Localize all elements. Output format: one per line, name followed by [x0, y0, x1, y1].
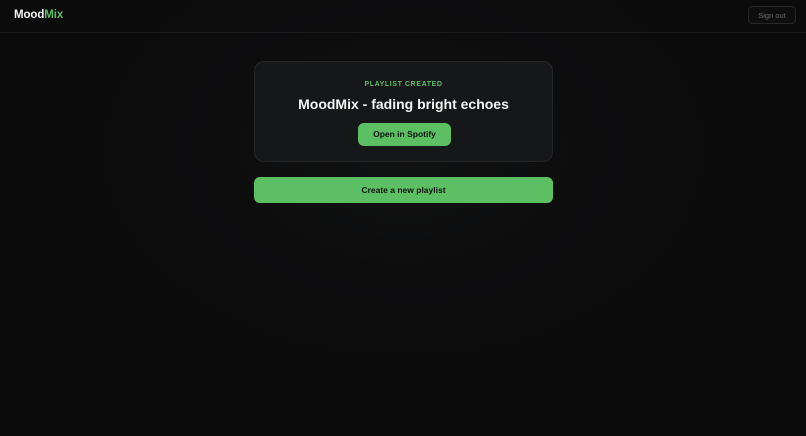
create-new-playlist-button[interactable]: Create a new playlist	[254, 177, 553, 203]
playlist-title: MoodMix - fading bright echoes	[298, 96, 509, 112]
logo-text-mix: Mix	[44, 9, 64, 21]
playlist-created-card: PLAYLIST CREATED MoodMix - fading bright…	[254, 61, 553, 162]
logo-text-mood: Mood	[14, 9, 45, 21]
sign-out-button[interactable]: Sign out	[748, 6, 796, 24]
open-in-spotify-button[interactable]: Open in Spotify	[358, 123, 451, 146]
top-bar: MoodMix Sign out	[0, 0, 806, 33]
playlist-created-label: PLAYLIST CREATED	[364, 81, 443, 88]
app-root: MoodMix Sign out PLAYLIST CREATED MoodMi…	[0, 0, 806, 436]
app-logo: MoodMix	[14, 9, 63, 21]
